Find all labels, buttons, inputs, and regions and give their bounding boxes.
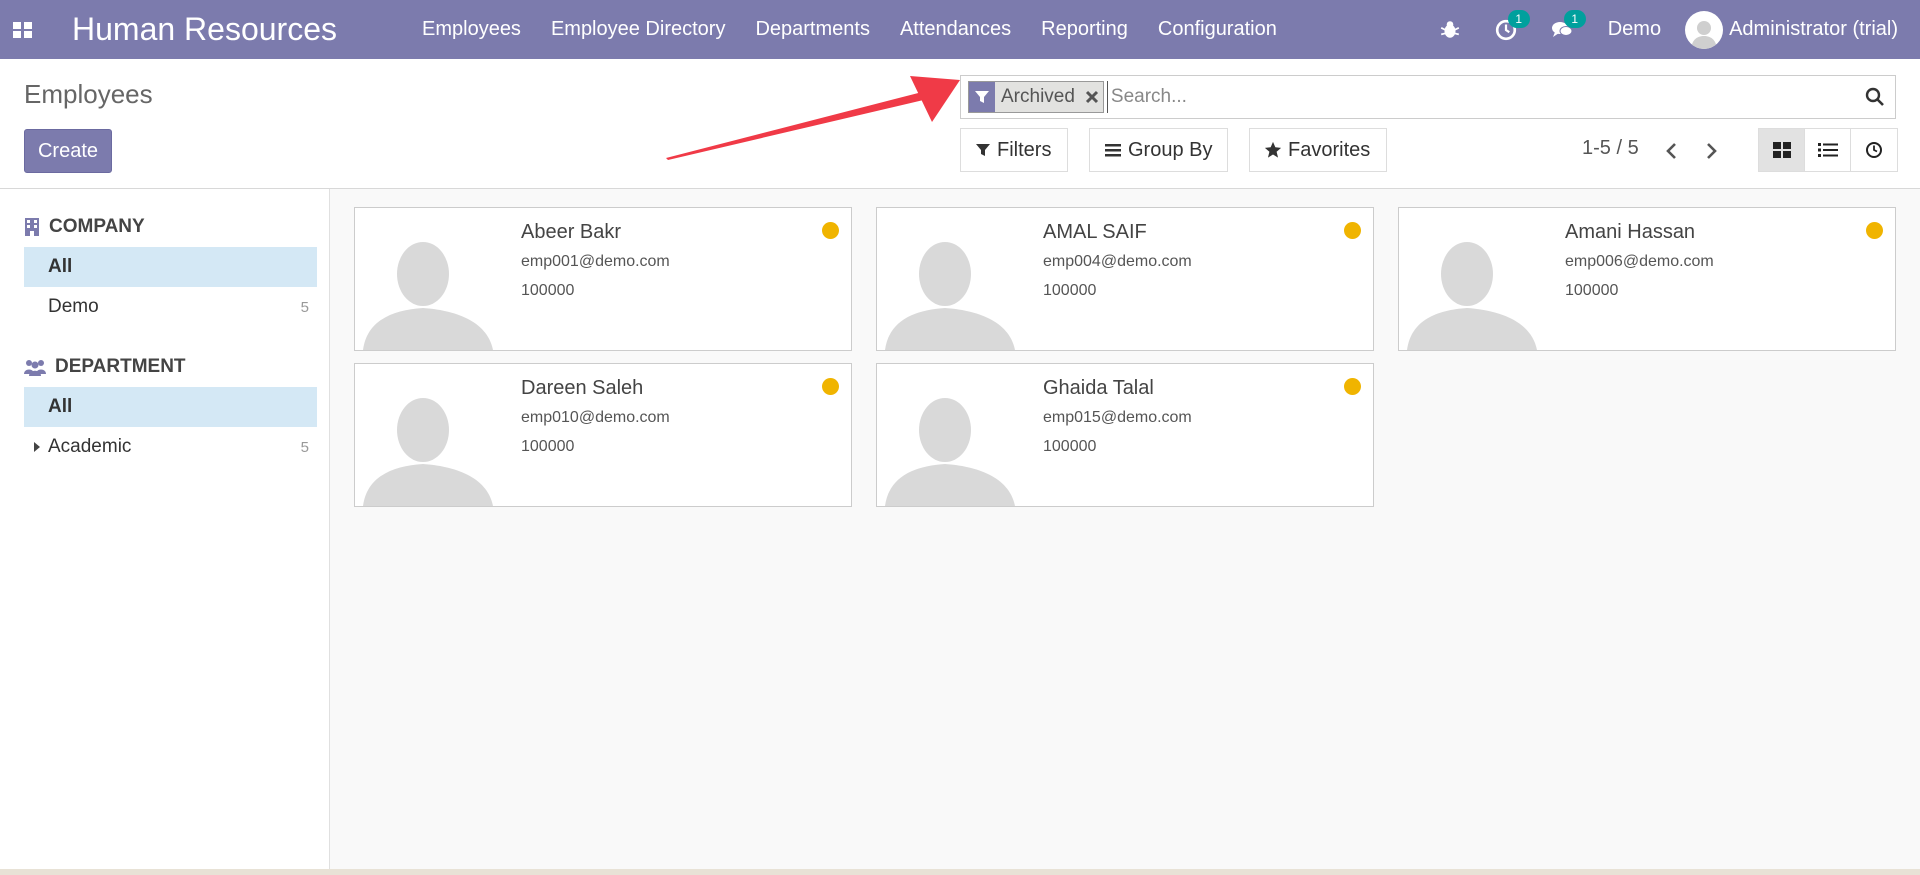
department-filter-all[interactable]: All	[24, 387, 317, 427]
menu-reporting[interactable]: Reporting	[1026, 18, 1143, 41]
menu-employee-directory[interactable]: Employee Directory	[536, 18, 741, 41]
employee-photo-placeholder	[885, 378, 1015, 506]
employee-email: emp010@demo.com	[521, 409, 670, 426]
main-menu: Employees Employee Directory Departments…	[407, 18, 1292, 41]
employee-email: emp001@demo.com	[521, 253, 670, 270]
menu-attendances[interactable]: Attendances	[885, 18, 1026, 41]
employee-phone: 100000	[1565, 282, 1619, 299]
employee-card[interactable]: AMAL SAIF emp004@demo.com 100000	[876, 207, 1374, 351]
menu-employees[interactable]: Employees	[407, 18, 536, 41]
search-input[interactable]	[1106, 81, 1855, 113]
filter-icon	[976, 144, 990, 156]
menu-configuration[interactable]: Configuration	[1143, 18, 1292, 41]
user-menu[interactable]: Administrator (trial)	[1685, 10, 1920, 49]
apps-menu-icon[interactable]	[0, 0, 46, 59]
group-by-label: Group By	[1128, 138, 1213, 161]
debug-bug-icon[interactable]	[1422, 0, 1478, 59]
employee-email: emp004@demo.com	[1043, 253, 1192, 270]
company-filter-demo-label: Demo	[48, 296, 99, 317]
company-header: COMPANY	[24, 207, 317, 247]
pager-previous-icon[interactable]	[1654, 131, 1688, 171]
employee-email: emp015@demo.com	[1043, 409, 1192, 426]
company-filter-all-label: All	[48, 256, 73, 277]
search-icon[interactable]	[1855, 77, 1895, 117]
bottom-border-strip	[0, 869, 1920, 875]
company-header-label: COMPANY	[49, 216, 145, 237]
company-section: COMPANY All Demo 5	[24, 207, 317, 327]
presence-status-dot	[1344, 378, 1361, 395]
employee-name: Dareen Saleh	[521, 377, 644, 399]
message-counter: 1	[1563, 10, 1586, 28]
facet-label: Archived	[1001, 86, 1075, 107]
employee-card[interactable]: Dareen Saleh emp010@demo.com 100000	[354, 363, 852, 507]
view-switcher	[1758, 128, 1898, 172]
caret-right-icon[interactable]	[33, 441, 41, 453]
presence-status-dot	[1866, 222, 1883, 239]
company-demo-count: 5	[300, 298, 309, 316]
annotation-arrow	[666, 76, 960, 160]
employee-name: Ghaida Talal	[1043, 377, 1154, 399]
user-name: Administrator (trial)	[1729, 18, 1898, 40]
systray: 1 1 Demo Administrator (trial)	[1422, 0, 1920, 59]
star-icon	[1264, 141, 1282, 158]
create-button[interactable]: Create	[24, 129, 112, 173]
department-filter-academic-label: Academic	[48, 436, 132, 457]
search-bar: Archived	[960, 75, 1896, 119]
employee-card[interactable]: Abeer Bakr emp001@demo.com 100000	[354, 207, 852, 351]
presence-status-dot	[822, 222, 839, 239]
pager-value[interactable]: 1-5 / 5	[1582, 137, 1639, 160]
messages-chat-icon[interactable]: 1	[1534, 0, 1590, 59]
employee-phone: 100000	[1043, 282, 1097, 299]
company-switcher[interactable]: Demo	[1590, 18, 1685, 41]
activity-counter: 1	[1507, 10, 1530, 28]
employee-card[interactable]: Amani Hassan emp006@demo.com 100000	[1398, 207, 1896, 351]
department-section: DEPARTMENT All Academic 5	[24, 347, 317, 467]
kanban-view-icon[interactable]	[1759, 129, 1805, 171]
employee-email: emp006@demo.com	[1565, 253, 1714, 270]
user-avatar	[1685, 10, 1724, 49]
building-icon	[25, 218, 39, 236]
top-navbar: Human Resources Employees Employee Direc…	[0, 0, 1920, 59]
list-view-icon[interactable]	[1805, 129, 1851, 171]
menu-departments[interactable]: Departments	[740, 18, 885, 41]
presence-status-dot	[822, 378, 839, 395]
favorites-label: Favorites	[1288, 138, 1371, 161]
activity-view-icon[interactable]	[1851, 129, 1897, 171]
remove-facet-icon[interactable]	[1081, 82, 1103, 112]
presence-status-dot	[1344, 222, 1361, 239]
employee-photo-placeholder	[885, 222, 1015, 350]
filters-label: Filters	[997, 138, 1052, 161]
app-brand[interactable]: Human Resources	[72, 11, 337, 48]
group-by-button[interactable]: Group By	[1089, 128, 1228, 172]
employee-phone: 100000	[521, 282, 575, 299]
users-icon	[24, 360, 46, 376]
department-header-label: DEPARTMENT	[55, 356, 186, 377]
department-academic-count: 5	[300, 438, 309, 456]
employee-name: AMAL SAIF	[1043, 221, 1147, 243]
activity-clock-icon[interactable]: 1	[1478, 0, 1534, 59]
filters-button[interactable]: Filters	[960, 128, 1068, 172]
employee-phone: 100000	[1043, 438, 1097, 455]
employee-photo-placeholder	[1407, 222, 1537, 350]
employee-photo-placeholder	[363, 378, 493, 506]
department-filter-academic[interactable]: Academic 5	[24, 427, 317, 467]
filter-funnel-icon	[969, 82, 995, 112]
employee-phone: 100000	[521, 438, 575, 455]
department-filter-all-label: All	[48, 396, 73, 417]
archived-filter-facet: Archived	[968, 81, 1104, 113]
company-filter-demo[interactable]: Demo 5	[24, 287, 317, 327]
bars-icon	[1105, 144, 1121, 157]
department-header: DEPARTMENT	[24, 347, 317, 387]
page-title[interactable]: Employees	[24, 79, 153, 110]
employee-photo-placeholder	[363, 222, 493, 350]
employee-card[interactable]: Ghaida Talal emp015@demo.com 100000	[876, 363, 1374, 507]
company-filter-all[interactable]: All	[24, 247, 317, 287]
search-panel-sidebar: COMPANY All Demo 5 DEPARTMENT All Academ…	[0, 189, 330, 875]
favorites-button[interactable]: Favorites	[1249, 128, 1387, 172]
pager-next-icon[interactable]	[1695, 131, 1729, 171]
employee-name: Abeer Bakr	[521, 221, 622, 243]
employee-name: Amani Hassan	[1565, 221, 1696, 243]
